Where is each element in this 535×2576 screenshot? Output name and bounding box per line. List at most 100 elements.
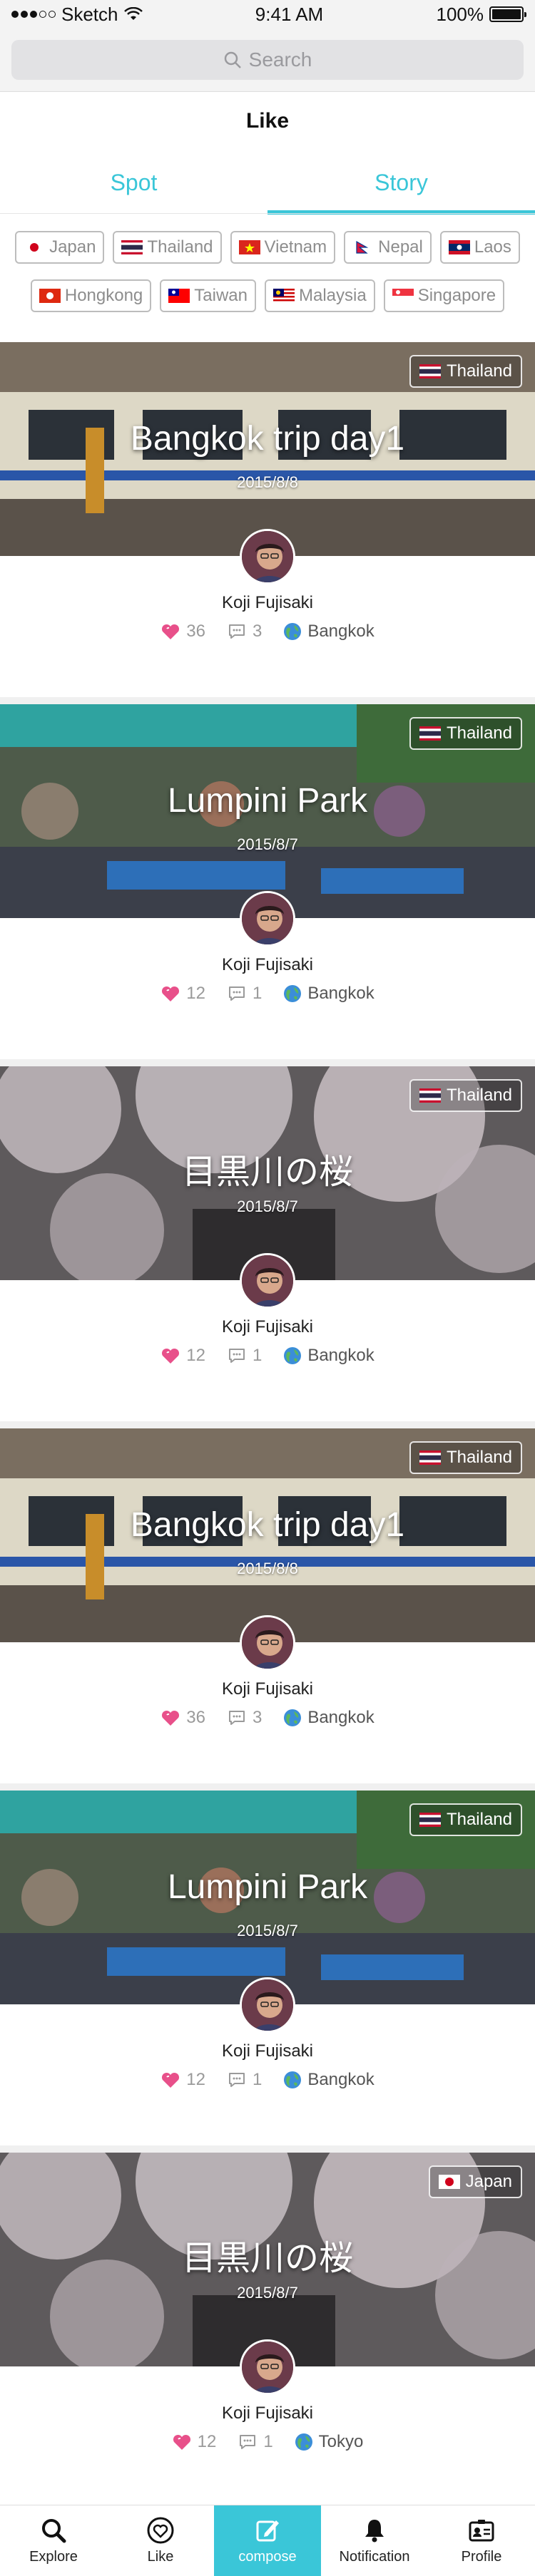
tabbar-explore[interactable]: Explore: [0, 2505, 107, 2576]
filter-chip-singapore[interactable]: Singapore: [383, 279, 505, 312]
comment-count-group[interactable]: 1: [238, 2432, 273, 2452]
profile-icon: [469, 2520, 494, 2542]
avatar[interactable]: [240, 2339, 295, 2395]
story-card[interactable]: Lumpini Park 2015/8/7 Thailand Koji Fujisak…: [0, 1791, 535, 2145]
location-group[interactable]: Bangkok: [283, 984, 374, 1004]
filter-chip-vietnam[interactable]: Vietnam: [230, 231, 336, 264]
like-count-group[interactable]: 12: [160, 984, 205, 1004]
filter-chip-japan[interactable]: Japan: [15, 231, 105, 264]
globe-icon: [284, 985, 302, 1002]
comment-count-group[interactable]: 3: [227, 1708, 262, 1728]
filter-chip-hongkong[interactable]: Hongkong: [30, 279, 152, 312]
like-count: 36: [186, 1708, 205, 1727]
filter-chip-malaysia[interactable]: Malaysia: [265, 279, 375, 312]
globe-icon: [284, 1347, 302, 1364]
heart-icon: [162, 2072, 180, 2088]
location-group[interactable]: Bangkok: [283, 2070, 374, 2090]
carrier-name: Sketch: [61, 3, 118, 25]
search-bar[interactable]: Search: [11, 40, 524, 80]
top-area: Sketch 9:41 AM 100% Search: [0, 0, 535, 91]
globe-icon: [284, 623, 302, 640]
like-count: 12: [197, 2432, 217, 2451]
country-badge-label: Thailand: [446, 1810, 512, 1829]
country-badge-label: Thailand: [446, 1448, 512, 1467]
author-name[interactable]: Koji Fujisaki: [0, 2404, 535, 2423]
filter-chip-label: Hongkong: [64, 286, 143, 305]
comment-count-group[interactable]: 1: [227, 2070, 262, 2090]
like-count: 12: [186, 2070, 205, 2089]
story-card[interactable]: Lumpini Park 2015/8/7 Thailand Koji Fujisak…: [0, 704, 535, 1059]
comment-count: 1: [263, 2432, 273, 2451]
filter-chip-thailand[interactable]: Thailand: [113, 231, 222, 264]
location-group[interactable]: Bangkok: [283, 1708, 374, 1728]
location-group[interactable]: Bangkok: [283, 1346, 374, 1366]
filter-chip-nepal[interactable]: Nepal: [344, 231, 432, 264]
comment-icon: [228, 2073, 245, 2087]
country-badge-label: Japan: [465, 2172, 512, 2191]
location-group[interactable]: Tokyo: [295, 2432, 363, 2452]
avatar[interactable]: [240, 1253, 295, 1309]
tabbar-label: Notification: [339, 2549, 410, 2565]
story-card[interactable]: 目黒川の桜 2015/8/7 Thailand Koji Fujisaki 12 1 Ban…: [0, 1066, 535, 1421]
story-cover-image[interactable]: 目黒川の桜 2015/8/7 Thailand: [0, 1066, 535, 1280]
filter-chip-laos[interactable]: Laos: [439, 231, 520, 264]
singapore-flag-icon: [392, 289, 414, 303]
comment-count: 1: [252, 2070, 263, 2089]
avatar[interactable]: [240, 891, 295, 947]
filter-chip-label: Singapore: [417, 286, 496, 305]
story-card[interactable]: Bangkok trip day1 2015/8/8 Thailand Koji Fu…: [0, 1428, 535, 1783]
country-badge: Thailand: [409, 717, 522, 750]
story-date: 2015/8/7: [237, 2284, 298, 2302]
tabbar-profile[interactable]: Profile: [428, 2505, 535, 2576]
like-count-group[interactable]: 36: [160, 1708, 205, 1728]
author-name[interactable]: Koji Fujisaki: [0, 1679, 535, 1699]
tabbar-compose[interactable]: compose: [214, 2505, 321, 2576]
comment-count-group[interactable]: 3: [227, 622, 262, 642]
search-icon: [224, 51, 241, 68]
avatar[interactable]: [240, 1615, 295, 1671]
story-title: Lumpini Park: [167, 782, 368, 820]
vietnam-flag-icon: [238, 240, 260, 254]
story-cover-image[interactable]: Lumpini Park 2015/8/7 Thailand: [0, 1791, 535, 2004]
avatar[interactable]: [240, 1977, 295, 2033]
author-name[interactable]: Koji Fujisaki: [0, 955, 535, 975]
story-date: 2015/8/8: [237, 1560, 298, 1577]
tabbar-notification[interactable]: Notification: [321, 2505, 428, 2576]
story-cover-image[interactable]: Bangkok trip day1 2015/8/8 Thailand: [0, 1428, 535, 1642]
like-count-group[interactable]: 12: [160, 2070, 205, 2090]
tabbar-label: Like: [147, 2549, 174, 2565]
compose-icon: [256, 2520, 279, 2542]
filter-chip-taiwan[interactable]: Taiwan: [160, 279, 256, 312]
malaysia-flag-icon: [273, 289, 295, 303]
avatar[interactable]: [240, 529, 295, 584]
wifi-icon: [123, 7, 143, 20]
thailand-flag-icon: [419, 364, 441, 378]
story-cover-image[interactable]: Lumpini Park 2015/8/7 Thailand: [0, 704, 535, 918]
filter-row-2: Hongkong Taiwan Malaysia Singapore: [0, 279, 535, 312]
heart-icon: [147, 2517, 174, 2544]
like-count-group[interactable]: 36: [160, 622, 205, 642]
like-count-group[interactable]: 12: [160, 1346, 205, 1366]
globe-icon: [295, 2433, 312, 2451]
japan-flag-icon: [438, 2175, 460, 2189]
story-cover-image[interactable]: Bangkok trip day1 2015/8/8 Thailand: [0, 342, 535, 556]
story-title: Bangkok trip day1: [130, 420, 405, 458]
tab-story[interactable]: Story: [268, 150, 535, 215]
country-badge-label: Thailand: [446, 1086, 512, 1105]
story-cover-image[interactable]: 目黒川の桜 2015/8/7 Japan: [0, 2153, 535, 2366]
story-card[interactable]: 目黒川の桜 2015/8/7 Japan Koji Fujisaki 12 1 Tokyo: [0, 2153, 535, 2508]
tab-spot[interactable]: Spot: [0, 150, 268, 215]
author-name[interactable]: Koji Fujisaki: [0, 1317, 535, 1337]
story-card[interactable]: Bangkok trip day1 2015/8/8 Thailand Koji Fu…: [0, 342, 535, 697]
author-name[interactable]: Koji Fujisaki: [0, 593, 535, 613]
tabbar-like[interactable]: Like: [107, 2505, 214, 2576]
comment-icon: [228, 986, 245, 1001]
comment-count-group[interactable]: 1: [227, 984, 262, 1004]
signal-icon: [11, 11, 56, 18]
story-title: Bangkok trip day1: [130, 1506, 405, 1544]
like-count-group[interactable]: 12: [172, 2432, 217, 2452]
author-name[interactable]: Koji Fujisaki: [0, 2041, 535, 2061]
comment-count-group[interactable]: 1: [227, 1346, 262, 1366]
location-group[interactable]: Bangkok: [283, 622, 374, 642]
thailand-flag-icon: [419, 1451, 441, 1465]
